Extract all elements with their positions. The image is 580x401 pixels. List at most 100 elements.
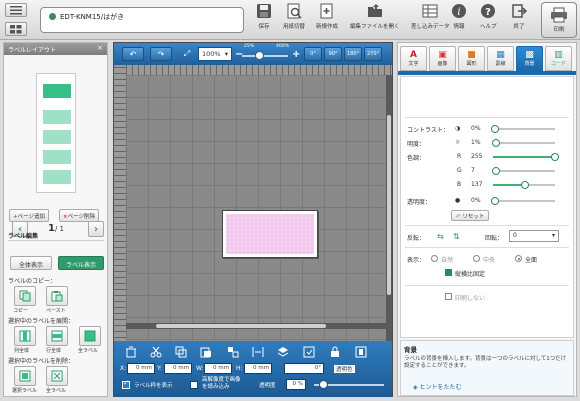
sun-icon: ☼ [455,139,461,146]
label-card[interactable] [222,210,318,258]
b-slider[interactable] [493,184,524,186]
horizontal-scroll-thumb[interactable] [156,324,326,328]
x-field[interactable]: 0 mm [127,363,155,374]
next-page-button[interactable]: › [88,221,104,237]
cut-button[interactable] [149,345,163,359]
transparent-color-button[interactable]: 透明色 [334,365,355,373]
help-button[interactable]: ? ヘルプ [480,3,497,39]
zoom-slider-handle[interactable] [255,51,264,60]
flip-vertical-icon[interactable]: ⇅ [453,232,460,241]
width-field[interactable]: 0 mm [204,363,232,374]
label-background[interactable] [226,214,314,254]
flip-horizontal-icon[interactable]: ⇆ [437,232,444,241]
zoom-select[interactable]: 100% ▾ [198,47,232,61]
exit-button[interactable]: 終了 [511,3,527,39]
diff-data-button[interactable]: 差し込みデータ [411,3,450,39]
redo-button[interactable]: ↷ [150,47,172,61]
add-page-button[interactable]: +ページ追加 [9,209,49,222]
no-print-checkbox[interactable] [445,293,452,300]
rotate-270-button[interactable]: 270° [364,47,382,61]
distribute-button[interactable] [251,345,265,359]
send-back-button[interactable] [302,345,316,359]
expand-row-button[interactable] [46,326,68,346]
print-button[interactable]: 印刷 [541,2,577,38]
opacity-slider-handle[interactable] [319,380,328,389]
canvas-grid[interactable] [126,75,386,350]
rotate-90-button[interactable]: 90° [324,47,342,61]
display-full-radio[interactable] [515,255,522,262]
rotation-field[interactable]: 0° [284,363,324,374]
copy-object-button[interactable] [174,345,188,359]
fit-button[interactable]: ⤢ [180,47,194,61]
distribute-icon [252,347,264,357]
lock-button[interactable] [328,345,342,359]
horizontal-scrollbar[interactable] [126,323,386,329]
r-slider-handle[interactable] [551,153,559,161]
open-file-button[interactable]: 編集ファイルを開く [350,3,400,39]
menu-button[interactable] [5,3,27,17]
collapse-hint-link[interactable]: ◈ ヒントをたたむ [413,382,462,391]
layout-slot-2[interactable] [43,110,71,124]
copy-label-button[interactable] [14,286,36,306]
delete-all-button[interactable] [46,366,68,386]
paste-label-button[interactable] [46,286,68,306]
contrast-slider[interactable] [493,128,555,130]
paste-object-button[interactable] [199,345,213,359]
opacity-field[interactable]: 0 % [286,379,306,390]
filename-field[interactable]: EDT-KNM15/はがき [40,7,244,33]
reset-button[interactable]: ↶ リセット [451,210,490,221]
new-button[interactable]: 新規作成 [316,3,338,39]
expand-column-icon [19,330,31,342]
show-frame-checkbox[interactable]: ✓ [122,379,130,389]
view-label-button[interactable]: ラベル表示 [58,256,104,270]
tab-border[interactable]: ▦ 罫線 [487,46,514,71]
display-original-radio[interactable] [431,255,438,262]
transparency-slider-handle[interactable] [491,197,499,205]
high-res-checkbox[interactable] [190,381,198,389]
height-field[interactable]: 0 mm [244,363,272,374]
paper-switch-button[interactable]: 用紙切替 [283,3,305,39]
contrast-slider-handle[interactable] [491,125,499,133]
tab-code[interactable]: ▥ コード [545,46,572,71]
undo-button[interactable]: ↶ [122,47,144,61]
tab-text[interactable]: A 文字 [400,46,427,71]
delete-page-button[interactable]: ×ページ削除 [59,209,99,222]
y-field[interactable]: 0 mm [164,363,192,374]
tab-background[interactable]: ▩ 背景 [516,46,543,71]
tab-image[interactable]: ▣ 画像 [429,46,456,71]
rotate-0-button[interactable]: 0° [304,47,322,61]
layout-slot-3[interactable] [43,130,71,144]
align-button[interactable] [226,345,240,359]
g-slider-handle[interactable] [492,167,500,175]
layout-slot-5[interactable] [43,170,71,184]
delete-selected-icon [19,370,31,382]
brightness-slider[interactable] [493,142,555,144]
brightness-slider-handle[interactable] [492,139,500,147]
grid-view-button[interactable] [5,22,27,36]
b-slider-handle[interactable] [521,181,529,189]
expand-all-button[interactable] [79,326,101,346]
g-slider[interactable] [493,170,555,172]
save-button[interactable]: 保存 [256,3,272,39]
view-all-button[interactable]: 全体表示 [10,256,52,270]
info-button[interactable]: i 情報 [451,3,467,39]
vertical-scrollbar[interactable] [386,75,392,350]
bring-front-button[interactable] [276,345,290,359]
zoom-slider-track[interactable] [242,55,288,57]
expand-column-button[interactable] [14,326,36,346]
properties-button[interactable] [354,345,368,359]
delete-object-button[interactable] [124,345,138,359]
r-slider[interactable] [493,156,555,158]
vertical-scroll-thumb[interactable] [387,115,391,295]
rotate-select[interactable]: 0 ▾ [509,230,559,242]
close-icon[interactable]: × [97,44,103,52]
keep-ratio-checkbox[interactable] [445,269,452,276]
layout-slot-1[interactable] [43,84,71,98]
rotate-180-button[interactable]: 180° [344,47,362,61]
zoom-in-icon[interactable]: + [292,49,300,60]
tab-shape[interactable]: ■ 図形 [458,46,485,71]
layout-slot-4[interactable] [43,150,71,164]
transparency-slider[interactable] [493,200,555,202]
delete-selected-button[interactable] [14,366,36,386]
display-center-radio[interactable] [473,255,480,262]
